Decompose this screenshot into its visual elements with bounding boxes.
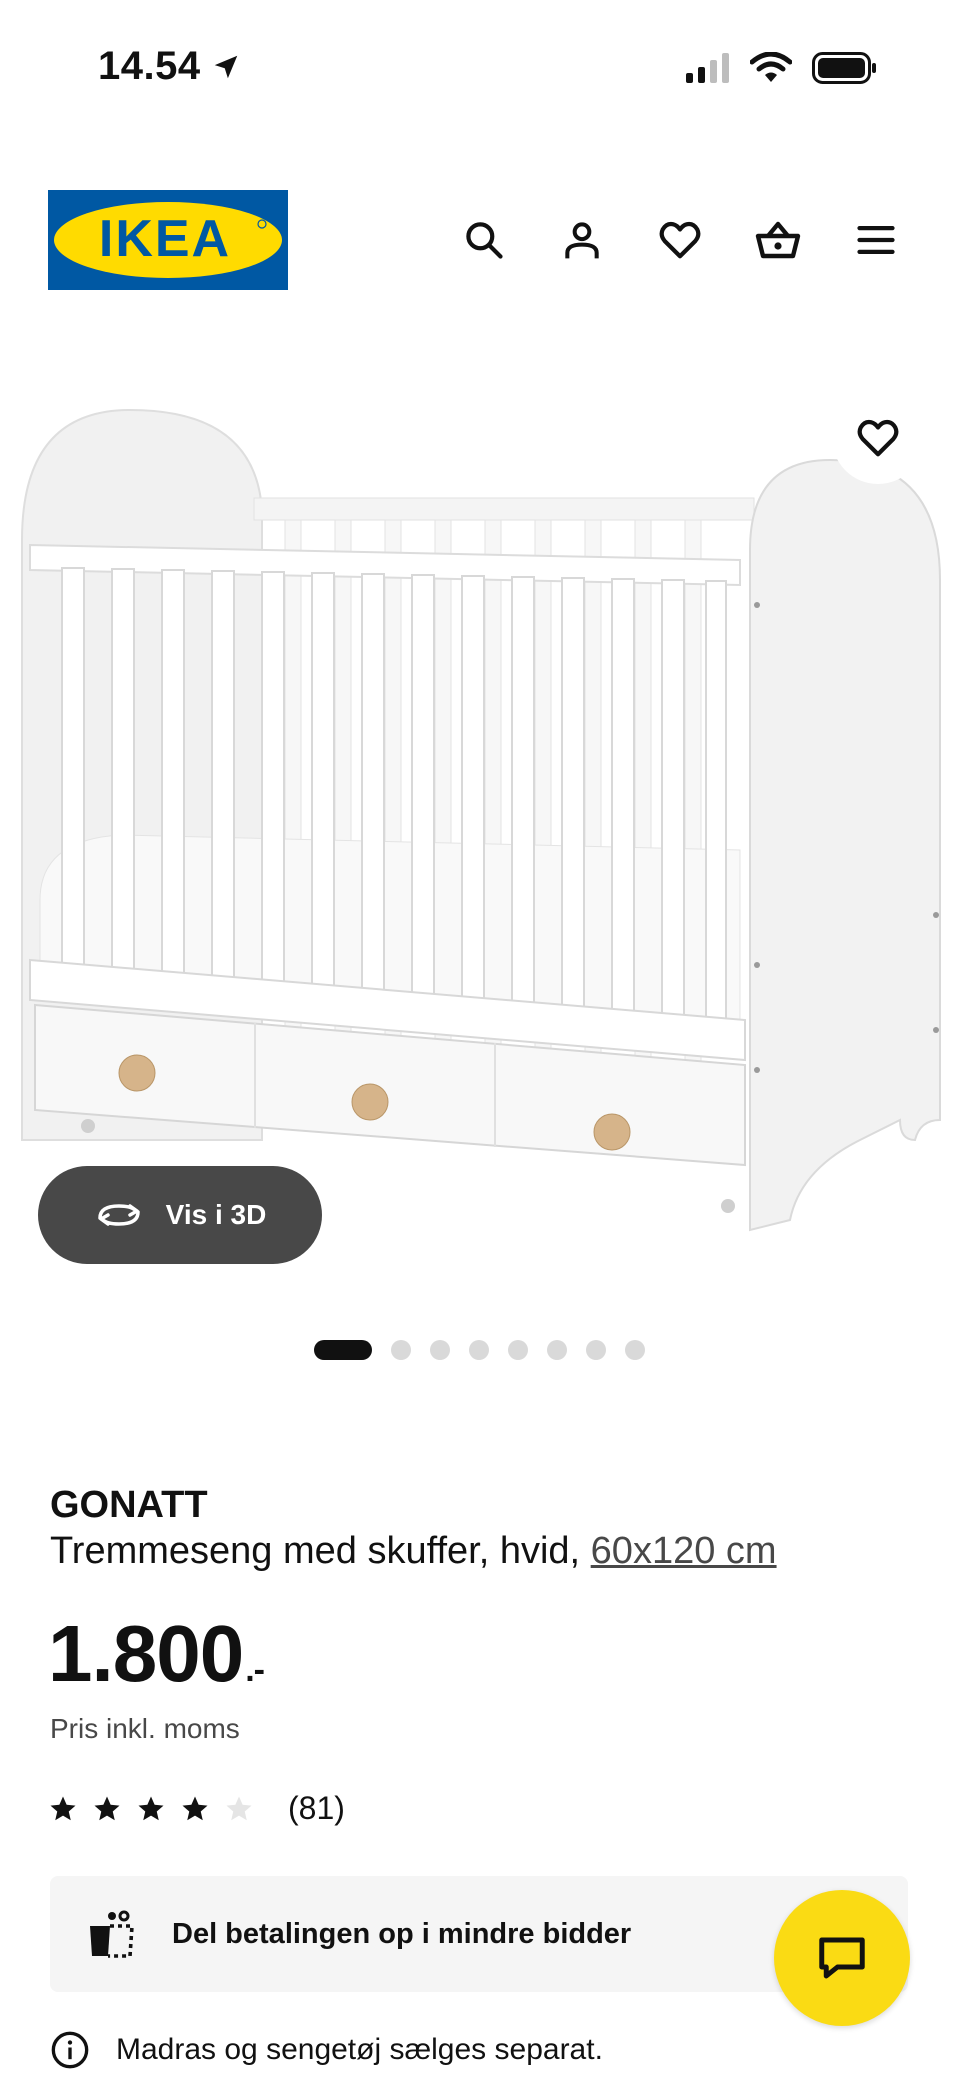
basket-icon [755,221,801,259]
pagination-dot[interactable] [430,1340,450,1360]
product-description: Tremmeseng med skuffer, hvid, 60x120 cm [50,1530,777,1573]
price-note: Pris inkl. moms [50,1713,240,1744]
image-pagination [314,1340,645,1360]
basket-button[interactable] [746,208,810,272]
star-filled-icon [50,1796,76,1820]
chat-icon [819,1937,865,1979]
view-3d-button[interactable]: Vis i 3D [38,1166,322,1264]
separate-sale-notice: Madras og sengetøj sælges separat. [50,2030,603,2070]
product-favourite-button[interactable] [832,392,924,484]
pagination-dot[interactable] [469,1340,489,1360]
star-filled-icon [94,1796,120,1820]
favourites-button[interactable] [648,208,712,272]
time-text: 14.54 [98,44,201,88]
status-icons [686,52,878,84]
account-button[interactable] [550,208,614,272]
heart-icon [659,221,701,259]
star-filled-icon [182,1796,208,1820]
pagination-dot[interactable] [625,1340,645,1360]
payment-split-text: Del betalingen op i mindre bidder [172,1917,632,1950]
product-rating[interactable]: (81) [48,1790,345,1827]
product-size-link[interactable]: 60x120 cm [591,1530,777,1572]
chat-button[interactable] [774,1890,910,2026]
search-icon [466,222,503,259]
user-icon [565,222,599,259]
heart-icon [857,419,899,457]
rotate-3d-icon [97,1204,140,1226]
pagination-dot[interactable] [508,1340,528,1360]
info-icon [51,2031,89,2069]
svg-text:IKEA: IKEA [99,210,231,268]
product-name: GONATT [50,1484,208,1526]
wifi-icon [750,52,792,82]
pagination-dot[interactable] [391,1340,411,1360]
price-value: 1.800 [48,1609,244,1698]
battery-icon [812,52,876,84]
rating-stars [48,1794,254,1824]
product-price: 1.800 .- [48,1608,265,1700]
site-header: IKEA [0,190,960,290]
menu-button[interactable] [844,208,908,272]
product-description-text: Tremmeseng med skuffer, hvid, [50,1530,581,1572]
status-time: 14.54 [98,44,241,89]
rating-count: (81) [288,1790,345,1826]
menu-icon [857,225,895,255]
star-filled-icon [138,1796,164,1820]
pagination-dot[interactable] [547,1340,567,1360]
price-suffix: .- [245,1651,265,1689]
cellular-signal-icon [686,53,729,83]
pagination-dot[interactable] [586,1340,606,1360]
view-3d-label: Vis i 3D [165,1199,267,1230]
star-empty-icon [226,1796,252,1820]
search-button[interactable] [452,208,516,272]
location-arrow-icon [214,55,237,78]
notice-text: Madras og sengetøj sælges separat. [116,2033,603,2066]
ikea-logo[interactable]: IKEA [48,190,288,290]
status-bar: 14.54 [0,0,960,140]
pagination-dot[interactable] [314,1340,372,1360]
pay-in-parts-icon [90,1910,134,1958]
product-image[interactable] [0,380,960,1260]
